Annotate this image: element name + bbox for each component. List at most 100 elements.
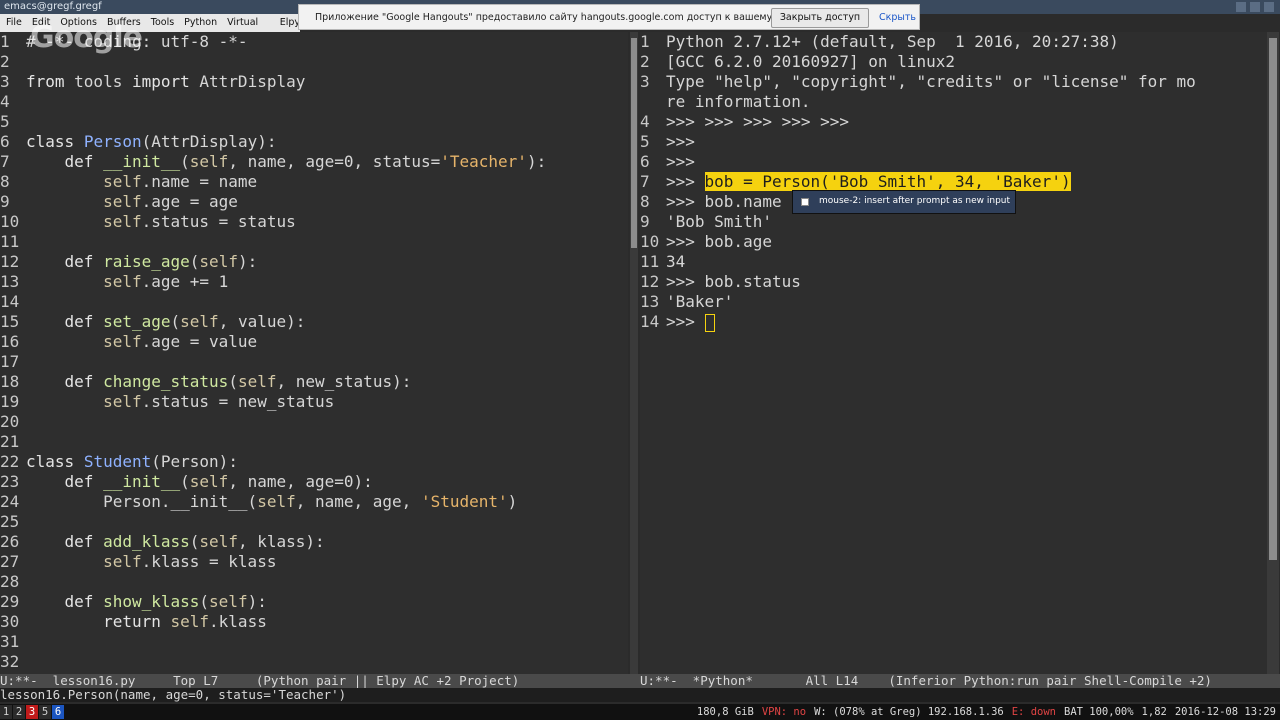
code-line[interactable]: 28 [0, 572, 26, 592]
line-number: 2 [0, 52, 10, 71]
code-line[interactable]: 15 def set_age(self, value): [0, 312, 305, 332]
workspace-6[interactable]: 6 [52, 705, 64, 719]
code-line[interactable]: 5 [0, 112, 26, 132]
code-line[interactable]: 17 [0, 352, 26, 372]
code-line[interactable]: 29 def show_klass(self): [0, 592, 267, 612]
workspace-2[interactable]: 2 [13, 705, 25, 719]
line-number: 19 [0, 392, 20, 411]
shell-line[interactable]: 12 >>> bob.status [640, 272, 801, 292]
line-number: 1 [0, 32, 10, 51]
menu-item-virtual-envs[interactable]: Virtual Envs [227, 14, 270, 46]
code-line[interactable]: 31 [0, 632, 26, 652]
shell-line[interactable]: 7 >>> bob = Person('Bob Smith', 34, 'Bake… [640, 172, 1071, 192]
line-number: 5 [0, 112, 10, 131]
line-number: 22 [0, 452, 20, 471]
code-line[interactable]: 4 [0, 92, 26, 112]
shell-line[interactable]: 6 >>> [640, 152, 695, 172]
code-line[interactable]: 13 self.age += 1 [0, 272, 228, 292]
code-token: ( [189, 532, 200, 551]
code-line[interactable]: 14 [0, 292, 26, 312]
code-token: ) [507, 492, 518, 511]
code-line[interactable]: 11 [0, 232, 26, 252]
code-line[interactable]: 25 [0, 512, 26, 532]
code-token: self [189, 152, 229, 171]
menu-item-elpy[interactable]: Elpy [280, 14, 300, 32]
code-line[interactable]: 16 self.age = value [0, 332, 257, 352]
shell-line[interactable]: 13 'Baker' [640, 292, 733, 312]
code-token: raise_age [103, 252, 190, 271]
line-number: 10 [0, 212, 20, 231]
shell-line[interactable]: 1 Python 2.7.12+ (default, Sep 1 2016, 20… [640, 32, 1119, 52]
code-line[interactable]: 3 from tools import AttrDisplay [0, 72, 305, 92]
code-line[interactable]: 8 self.name = name [0, 172, 257, 192]
code-line[interactable]: 19 self.status = new_status [0, 392, 334, 412]
shell-line[interactable]: 4 >>> >>> >>> >>> >>> [640, 112, 849, 132]
code-token: Person [83, 132, 142, 151]
right-scrollbar-thumb[interactable] [1269, 38, 1277, 560]
workspace-3[interactable]: 3 [26, 705, 38, 719]
code-line[interactable]: 30 return self.klass [0, 612, 267, 632]
window-controls[interactable] [1236, 0, 1276, 14]
python-shell-pane[interactable]: 1 Python 2.7.12+ (default, Sep 1 2016, 20… [640, 32, 1267, 674]
code-line[interactable]: 22 class Student(Person): [0, 452, 238, 472]
highlighted-input[interactable]: bob = Person('Bob Smith', 34, 'Baker') [704, 172, 1071, 191]
code-line[interactable]: 32 [0, 652, 26, 672]
left-scrollbar[interactable] [630, 32, 638, 674]
hide-notification-link[interactable]: Скрыть [879, 12, 916, 23]
line-number: 20 [0, 412, 20, 431]
code-line[interactable]: 6 class Person(AttrDisplay): [0, 132, 276, 152]
code-line[interactable]: 12 def raise_age(self): [0, 252, 257, 272]
code-line[interactable]: 26 def add_klass(self, klass): [0, 532, 325, 552]
code-token: add_klass [103, 532, 190, 551]
code-token: .name = name [141, 172, 258, 191]
shell-line[interactable]: 9 'Bob Smith' [640, 212, 772, 232]
shell-line[interactable]: 8 >>> bob.name [640, 192, 782, 212]
menu-item-file[interactable]: File [6, 14, 22, 32]
shell-line[interactable]: 5 >>> [640, 132, 695, 152]
editor-pane-left[interactable]: 1 # -*- coding: utf-8 -*- 2 3 from tools imp… [0, 32, 628, 674]
shell-line[interactable]: 3 Type "help", "copyright", "credits" or … [640, 72, 1196, 92]
code-line[interactable]: 2 [0, 52, 26, 72]
workspace-1[interactable]: 1 [0, 705, 12, 719]
code-line[interactable]: 24 Person.__init__(self, name, age, 'Stu… [0, 492, 517, 512]
shell-line[interactable]: 10 >>> bob.age [640, 232, 772, 252]
shell-text: >>> bob.status [666, 272, 801, 291]
code-line[interactable]: 27 self.klass = klass [0, 552, 276, 572]
code-token: (AttrDisplay): [141, 132, 277, 151]
code-token: tools [64, 72, 132, 91]
code-line[interactable]: 10 self.status = status [0, 212, 296, 232]
right-scrollbar[interactable] [1267, 32, 1279, 674]
code-line[interactable]: 9 self.age = age [0, 192, 238, 212]
left-scrollbar-thumb[interactable] [631, 38, 637, 248]
code-token: set_age [103, 312, 171, 331]
line-number: 4 [640, 112, 650, 131]
shell-line[interactable]: 2 [GCC 6.2.0 20160927] on linux2 [640, 52, 955, 72]
status-item: 1,82 [1141, 706, 1167, 718]
google-logo-overlay: Google [30, 20, 143, 55]
code-line[interactable]: 21 [0, 432, 26, 452]
workspace-5[interactable]: 5 [39, 705, 51, 719]
stop-sharing-button[interactable]: Закрыть доступ [771, 8, 869, 28]
shell-line[interactable]: 14 >>> [640, 312, 715, 332]
code-line[interactable]: 20 [0, 412, 26, 432]
code-token: ( [189, 252, 200, 271]
shell-line[interactable]: 11 34 [640, 252, 685, 272]
line-number: 3 [0, 72, 10, 91]
code-line[interactable]: 7 def __init__(self, name, age=0, status… [0, 152, 546, 172]
code-token: def [64, 472, 94, 491]
line-number: 4 [0, 92, 10, 111]
code-line[interactable]: 23 def __init__(self, name, age=0): [0, 472, 373, 492]
shell-line[interactable]: re information. [640, 92, 811, 112]
menu-item-python[interactable]: Python [184, 14, 217, 32]
menu-item-tools[interactable]: Tools [151, 14, 174, 32]
minibuffer[interactable]: lesson16.Person(name, age=0, status='Tea… [0, 688, 1280, 702]
code-line[interactable]: 18 def change_status(self, new_status): [0, 372, 411, 392]
